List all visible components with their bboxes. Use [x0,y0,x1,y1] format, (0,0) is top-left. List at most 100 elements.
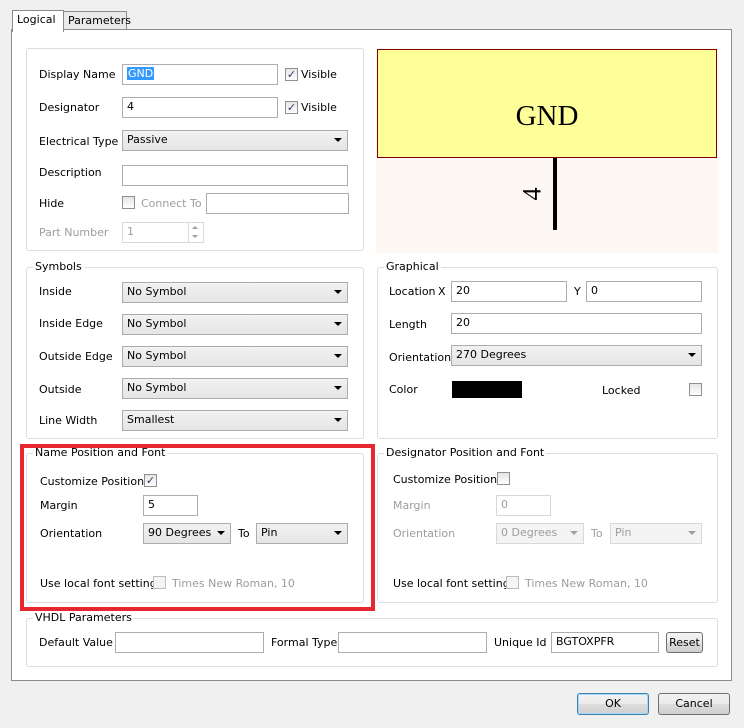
preview-pin-line [553,158,557,230]
symbols-title: Symbols [33,260,84,273]
name-to-dropdown[interactable]: Pin [256,523,348,544]
chevron-down-icon [570,531,578,535]
outside-edge-symbol-dropdown[interactable]: No Symbol [122,346,348,367]
name-orientation-value: 90 Degrees [148,526,212,539]
designator-input[interactable]: 4 [122,97,278,118]
orientation-value: 270 Degrees [456,348,527,361]
name-to-value: Pin [261,526,278,539]
name-customize-position-checkbox[interactable]: ✓ [144,474,157,487]
spinner-down-icon[interactable] [189,232,202,241]
vhdl-parameters-title: VHDL Parameters [33,611,134,624]
name-margin-input[interactable]: 5 [143,495,198,516]
orientation-label: Orientation [389,351,452,364]
length-label: Length [389,318,427,331]
locked-label: Locked [602,384,641,397]
location-y-input[interactable]: 0 [586,281,702,302]
default-value-label: Default Value [39,636,113,649]
display-name-visible-checkbox[interactable]: ✓ [285,68,298,81]
connect-to-label: Connect To [141,197,202,210]
chevron-down-icon [217,531,225,535]
outside-symbol-dropdown[interactable]: No Symbol [122,378,348,399]
spinner-up-icon[interactable] [189,223,202,232]
line-width-label: Line Width [39,414,98,427]
designator-margin-input[interactable]: 0 [496,495,551,516]
preview-name-text: GND [515,100,579,132]
location-y-label: Y [574,285,581,298]
name-font-value: Times New Roman, 10 [172,577,295,590]
designator-local-font-checkbox[interactable] [506,576,519,589]
outside-label: Outside [39,383,82,396]
designator-customize-position-label: Customize Position [393,473,498,486]
display-name-input[interactable]: GND [122,64,278,85]
chevron-down-icon [334,354,342,358]
chevron-down-icon [688,531,696,535]
outside-edge-symbol-value: No Symbol [127,349,187,362]
designator-margin-label: Margin [393,499,431,512]
chevron-down-icon [334,386,342,390]
name-local-font-label: Use local font setting [40,577,157,590]
location-label: Location [389,285,436,298]
hide-checkbox[interactable] [122,196,135,209]
hide-label: Hide [39,197,65,210]
name-orientation-label: Orientation [40,527,103,540]
color-swatch[interactable] [452,381,522,398]
designator-orientation-dropdown[interactable]: 0 Degrees [496,523,584,544]
designator-position-title: Designator Position and Font [384,446,547,459]
chevron-down-icon [334,418,342,422]
designator-visible-checkbox[interactable]: ✓ [285,101,298,114]
designator-orientation-label: Orientation [393,527,456,540]
tab-parameters[interactable]: Parameters [63,11,131,29]
color-label: Color [389,383,418,396]
description-label: Description [39,166,102,179]
name-orientation-dropdown[interactable]: 90 Degrees [143,523,231,544]
name-local-font-checkbox[interactable] [153,576,166,589]
formal-type-input[interactable] [338,632,487,653]
unique-id-input[interactable]: BGTOXPFR [551,632,659,653]
outside-edge-label: Outside Edge [39,350,113,363]
orientation-dropdown[interactable]: 270 Degrees [451,345,702,366]
name-margin-label: Margin [40,499,78,512]
inside-edge-symbol-value: No Symbol [127,317,187,330]
default-value-input[interactable] [115,632,264,653]
inside-symbol-dropdown[interactable]: No Symbol [122,282,348,303]
cancel-button[interactable]: Cancel [658,693,730,715]
designator-to-dropdown[interactable]: Pin [610,523,702,544]
tab-logical[interactable]: Logical [12,10,64,32]
location-x-input[interactable]: 20 [451,281,567,302]
display-name-label: Display Name [39,68,116,81]
inside-edge-label: Inside Edge [39,317,103,330]
designator-to-label: To [591,527,603,540]
designator-local-font-label: Use local font setting [393,577,510,590]
designator-to-value: Pin [615,526,632,539]
inside-edge-symbol-dropdown[interactable]: No Symbol [122,314,348,335]
graphical-title: Graphical [384,260,441,273]
preview-designator-text: 4 [517,187,547,201]
designator-customize-position-checkbox[interactable] [497,472,510,485]
description-input[interactable] [122,165,348,186]
outside-symbol-value: No Symbol [127,381,187,394]
line-width-dropdown[interactable]: Smallest [122,410,348,431]
reset-button[interactable]: Reset [666,632,703,653]
locked-checkbox[interactable] [689,383,702,396]
inside-label: Inside [39,285,72,298]
electrical-type-value: Passive [127,133,168,146]
chevron-down-icon [334,290,342,294]
chevron-down-icon [688,353,696,357]
designator-font-value: Times New Roman, 10 [525,577,648,590]
display-name-visible-label: Visible [301,68,337,81]
unique-id-label: Unique Id [494,636,547,649]
designator-visible-label: Visible [301,101,337,114]
designator-orientation-value: 0 Degrees [501,526,558,539]
part-number-label: Part Number [39,226,109,239]
chevron-down-icon [334,531,342,535]
connect-to-input[interactable] [206,193,349,214]
inside-symbol-value: No Symbol [127,285,187,298]
length-input[interactable]: 20 [451,313,702,334]
display-name-value: GND [127,67,155,80]
part-number-spinner[interactable] [188,223,202,242]
electrical-type-dropdown[interactable]: Passive [122,130,348,151]
electrical-type-label: Electrical Type [39,135,119,148]
chevron-down-icon [334,138,342,142]
designator-label: Designator [39,101,100,114]
ok-button[interactable]: OK [577,693,649,715]
